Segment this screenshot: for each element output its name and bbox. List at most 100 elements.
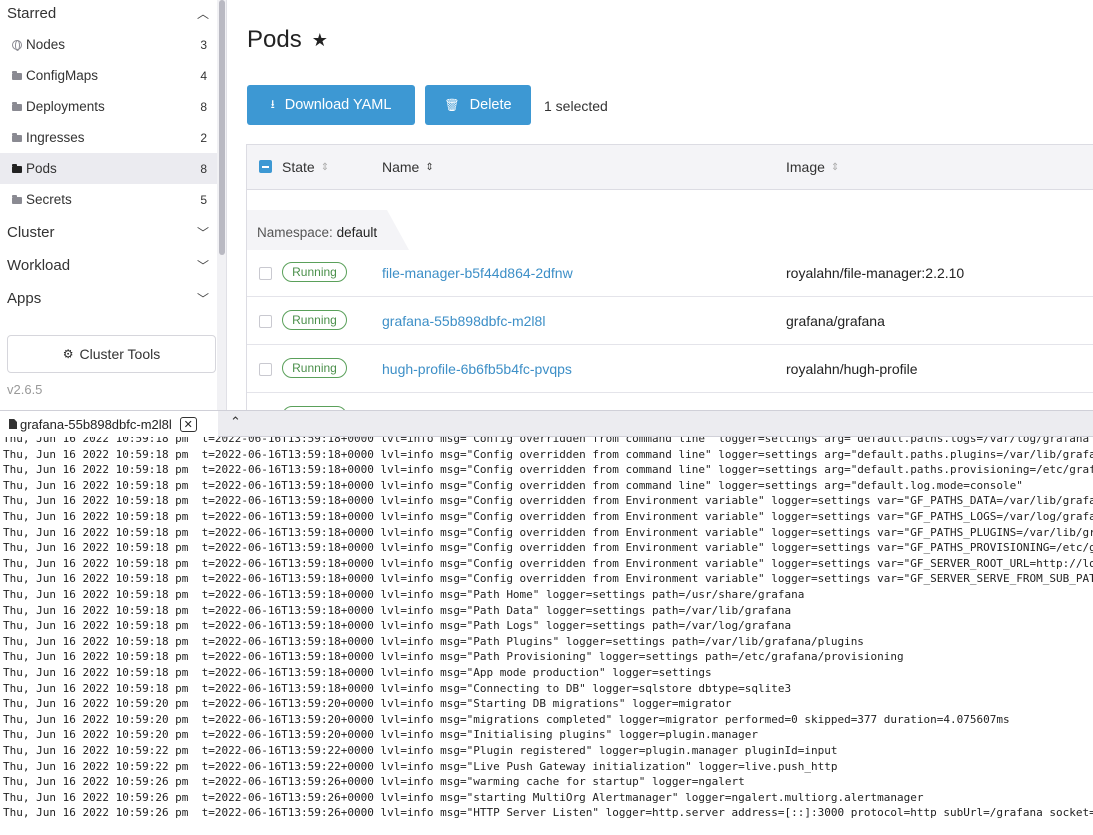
- sidebar-scrollbar[interactable]: [217, 0, 226, 410]
- sidebar-item-count: 3: [200, 37, 207, 52]
- log-line: Thu, Jun 16 2022 10:59:18 pm t=2022-06-1…: [3, 556, 1093, 570]
- table-row[interactable]: Running grafana-55b898dbfc-m2l8l grafana…: [247, 298, 1093, 345]
- sidebar: Starred ︿ Nodes 3 ConfigMaps 4 Deploymen…: [0, 0, 227, 410]
- log-line: Thu, Jun 16 2022 10:59:26 pm t=2022-06-1…: [3, 806, 1093, 820]
- resize-icon[interactable]: ⌃: [230, 414, 241, 430]
- folder-icon: [12, 71, 26, 80]
- status-badge: Running: [282, 262, 347, 282]
- workload-group-header[interactable]: Workload ﹀: [0, 250, 217, 280]
- log-line: Thu, Jun 16 2022 10:59:20 pm t=2022-06-1…: [3, 728, 758, 742]
- log-line: Thu, Jun 16 2022 10:59:18 pm t=2022-06-1…: [3, 619, 792, 633]
- select-all-checkbox[interactable]: [259, 160, 272, 173]
- log-line: Thu, Jun 16 2022 10:59:18 pm t=2022-06-1…: [3, 494, 1093, 508]
- row-checkbox[interactable]: [259, 267, 272, 280]
- log-line: Thu, Jun 16 2022 10:59:18 pm t=2022-06-1…: [3, 478, 1023, 492]
- row-checkbox[interactable]: [259, 363, 272, 376]
- sidebar-item-count: 5: [200, 192, 207, 207]
- sidebar-item-nodes[interactable]: Nodes 3: [0, 29, 217, 60]
- log-line: Thu, Jun 16 2022 10:59:18 pm t=2022-06-1…: [3, 603, 792, 617]
- pod-image: royalahn/hugh-profile: [786, 361, 918, 377]
- sidebar-item-label: Secrets: [26, 192, 72, 207]
- scrollbar-thumb[interactable]: [219, 0, 225, 255]
- namespace-label: Namespace: default: [257, 225, 377, 240]
- main-content: Pods ★ ⭳ Download YAML 🗑 Delete 1 select…: [227, 0, 1093, 441]
- pod-image: royalahn/file-manager:2.2.10: [786, 265, 965, 281]
- delete-button[interactable]: 🗑 Delete: [425, 85, 531, 125]
- log-panel-tabbar: grafana-55b898dbfc-m2l8l ✕ ⌃: [0, 410, 1093, 437]
- chevron-down-icon: ﹀: [197, 291, 210, 306]
- log-line: Thu, Jun 16 2022 10:59:18 pm t=2022-06-1…: [3, 681, 792, 695]
- sidebar-item-label: ConfigMaps: [26, 68, 99, 83]
- log-line: Thu, Jun 16 2022 10:59:20 pm t=2022-06-1…: [3, 697, 732, 711]
- log-line: Thu, Jun 16 2022 10:59:18 pm t=2022-06-1…: [3, 447, 1093, 461]
- column-header-state[interactable]: State ⇕: [282, 159, 329, 175]
- namespace-key: Namespace:: [257, 225, 333, 240]
- log-line: Thu, Jun 16 2022 10:59:18 pm t=2022-06-1…: [3, 437, 1090, 445]
- sidebar-item-label: Deployments: [26, 99, 105, 114]
- column-label: Image: [786, 159, 825, 175]
- cluster-label: Cluster: [7, 223, 55, 241]
- download-yaml-label: Download YAML: [284, 97, 392, 113]
- trash-icon: 🗑: [444, 98, 460, 112]
- sidebar-item-label: Nodes: [26, 37, 66, 52]
- cluster-group-header[interactable]: Cluster ﹀: [0, 217, 217, 247]
- sort-icon: ⇕: [830, 161, 840, 173]
- chevron-up-icon: ︿: [197, 6, 210, 21]
- sidebar-item-deployments[interactable]: Deployments 8: [0, 91, 217, 122]
- log-line: Thu, Jun 16 2022 10:59:18 pm t=2022-06-1…: [3, 463, 1093, 477]
- sidebar-item-count: 8: [200, 161, 207, 176]
- workload-label: Workload: [7, 256, 71, 274]
- star-icon[interactable]: ★: [312, 30, 328, 51]
- file-icon: [9, 419, 17, 429]
- pod-name-link[interactable]: grafana-55b898dbfc-m2l8l: [382, 313, 545, 329]
- column-header-name[interactable]: Name ⇕: [382, 159, 434, 175]
- apps-group-header[interactable]: Apps ﹀: [0, 283, 217, 313]
- sidebar-item-pods[interactable]: Pods 8: [0, 153, 217, 184]
- gear-icon: ⚙: [62, 347, 74, 361]
- namespace-background: [387, 210, 1093, 250]
- page-title: Pods ★: [247, 26, 328, 54]
- sidebar-item-configmaps[interactable]: ConfigMaps 4: [0, 60, 217, 91]
- log-line: Thu, Jun 16 2022 10:59:20 pm t=2022-06-1…: [3, 712, 1010, 726]
- sidebar-item-secrets[interactable]: Secrets 5: [0, 184, 217, 215]
- log-line: Thu, Jun 16 2022 10:59:18 pm t=2022-06-1…: [3, 510, 1093, 523]
- folder-icon: [12, 102, 26, 111]
- sidebar-item-ingresses[interactable]: Ingresses 2: [0, 122, 217, 153]
- log-line: Thu, Jun 16 2022 10:59:18 pm t=2022-06-1…: [3, 572, 1093, 586]
- folder-icon: [12, 195, 26, 204]
- globe-icon: [12, 39, 26, 51]
- page-title-text: Pods: [247, 26, 302, 53]
- sidebar-item-count: 2: [200, 130, 207, 145]
- cluster-tools-button[interactable]: ⚙ Cluster Tools: [7, 335, 216, 373]
- column-header-image[interactable]: Image ⇕: [786, 159, 839, 175]
- download-icon: ⭳: [270, 96, 275, 111]
- close-icon[interactable]: ✕: [179, 416, 197, 432]
- log-tab-title: grafana-55b898dbfc-m2l8l: [20, 416, 172, 432]
- folder-icon: [12, 133, 26, 142]
- log-line: Thu, Jun 16 2022 10:59:18 pm t=2022-06-1…: [3, 634, 864, 648]
- log-tab[interactable]: grafana-55b898dbfc-m2l8l ✕: [0, 411, 218, 437]
- pod-name-link[interactable]: hugh-profile-6b6fb5b4fc-pvqps: [382, 361, 572, 377]
- namespace-tab-edge: [387, 210, 409, 250]
- sidebar-item-count: 8: [200, 99, 207, 114]
- table-header: State ⇕ Name ⇕ Image ⇕: [247, 145, 1093, 190]
- delete-label: Delete: [469, 97, 512, 113]
- sidebar-item-count: 4: [200, 68, 207, 83]
- table-row[interactable]: Running hugh-profile-6b6fb5b4fc-pvqps ro…: [247, 346, 1093, 393]
- sort-icon: ⇕: [425, 161, 434, 173]
- log-line: Thu, Jun 16 2022 10:59:18 pm t=2022-06-1…: [3, 666, 712, 679]
- pod-image: grafana/grafana: [786, 313, 885, 329]
- table-row[interactable]: Running file-manager-b5f44d864-2dfnw roy…: [247, 250, 1093, 297]
- log-output[interactable]: Thu, Jun 16 2022 10:59:18 pm t=2022-06-1…: [0, 437, 1093, 835]
- chevron-down-icon: ﹀: [197, 225, 210, 240]
- pod-name-link[interactable]: file-manager-b5f44d864-2dfnw: [382, 265, 573, 281]
- row-checkbox[interactable]: [259, 315, 272, 328]
- folder-icon: [12, 164, 26, 173]
- log-line: Thu, Jun 16 2022 10:59:26 pm t=2022-06-1…: [3, 775, 745, 789]
- namespace-spacer: [247, 190, 1093, 210]
- starred-group-header[interactable]: Starred ︿: [0, 0, 217, 28]
- download-yaml-button[interactable]: ⭳ Download YAML: [247, 85, 415, 125]
- sidebar-item-label: Ingresses: [26, 130, 85, 145]
- version-label: v2.6.5: [7, 382, 43, 397]
- starred-label: Starred: [7, 4, 57, 22]
